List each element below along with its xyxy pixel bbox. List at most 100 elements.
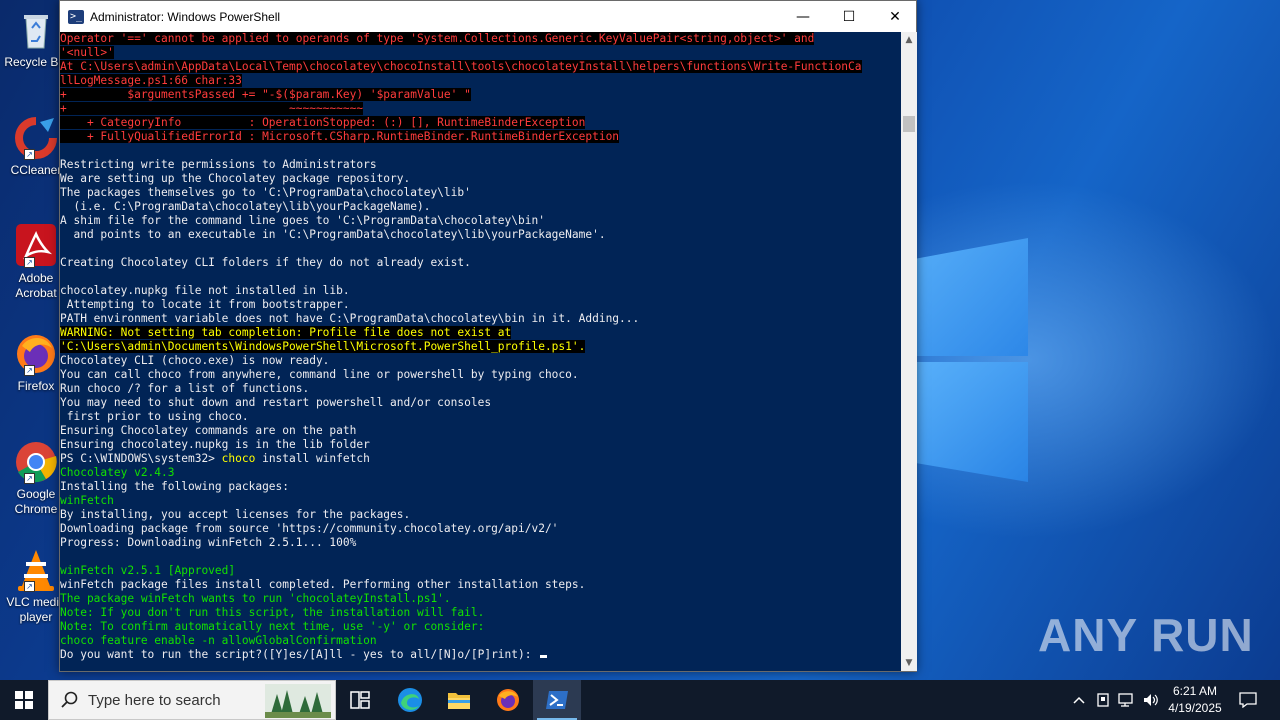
console-line: + CategoryInfo : OperationStopped: (:) [… (60, 116, 586, 130)
console-line-text: We are setting up the Chocolatey package… (60, 172, 411, 185)
powershell-window[interactable]: >_ Administrator: Windows PowerShell — ☐… (59, 0, 917, 672)
show-hidden-icons-button[interactable] (1068, 680, 1090, 720)
notification-icon (1239, 692, 1257, 708)
console-line: Chocolatey CLI (choco.exe) is now ready. (60, 354, 329, 368)
console-line: winFetch (60, 494, 114, 508)
console-line: WARNING: Not setting tab completion: Pro… (60, 326, 512, 340)
device-icon (1097, 693, 1109, 707)
clock-date: 4/19/2025 (1168, 701, 1222, 715)
console-line-text: + CategoryInfo : OperationStopped: (:) [… (60, 116, 586, 129)
task-view-button[interactable] (336, 680, 384, 720)
window-title: Administrator: Windows PowerShell (90, 9, 281, 24)
console-line: Do you want to run the script?([Y]es/[A]… (60, 648, 548, 662)
edge-button[interactable] (386, 680, 434, 720)
minimize-button[interactable]: — (780, 1, 826, 32)
chevron-up-icon (1073, 696, 1085, 704)
console-line: Operator '==' cannot be applied to opera… (60, 32, 815, 46)
command-keyword: choco (221, 452, 256, 465)
console-line: winFetch package files install completed… (60, 578, 585, 592)
console-line-text: Do you want to run the script?([Y]es/[A]… (60, 648, 539, 661)
console-line-text: The packages themselves go to 'C:\Progra… (60, 186, 471, 199)
console-line-text: first prior to using choco. (60, 410, 249, 423)
firefox-taskbar-button[interactable] (484, 680, 532, 720)
console-line: + FullyQualifiedErrorId : Microsoft.CSha… (60, 130, 620, 144)
vertical-scrollbar[interactable]: ▲ ▼ (901, 32, 917, 671)
taskbar-search-box[interactable]: Type here to search (48, 680, 336, 720)
console-line-text: Ensuring chocolatey.nupkg is in the lib … (60, 438, 370, 451)
close-button[interactable]: ✕ (872, 1, 918, 32)
file-explorer-button[interactable] (435, 680, 483, 720)
console-line-text: (i.e. C:\ProgramData\chocolatey\lib\your… (60, 200, 431, 213)
console-line: Installing the following packages: (60, 480, 289, 494)
scroll-up-icon[interactable]: ▲ (901, 32, 917, 48)
console-line: Chocolatey v2.4.3 (60, 466, 175, 480)
console-line: Restricting write permissions to Adminis… (60, 158, 377, 172)
console-line: and points to an executable in 'C:\Progr… (60, 228, 605, 242)
console-line-text: Note: To confirm automatically next time… (60, 620, 485, 633)
console-line-text: Installing the following packages: (60, 480, 290, 493)
console-line-text: Restricting write permissions to Adminis… (60, 158, 377, 171)
volume-icon (1144, 694, 1158, 706)
console-line-text: You can call choco from anywhere, comman… (60, 368, 579, 381)
console-line-text: choco feature enable -n allowGlobalConfi… (60, 634, 377, 647)
console-line: Ensuring Chocolatey commands are on the … (60, 424, 356, 438)
console-line: A shim file for the command line goes to… (60, 214, 545, 228)
chrome-icon: ↗ (14, 440, 58, 484)
file-explorer-icon (448, 693, 470, 709)
console-line: By installing, you accept licenses for t… (60, 508, 410, 522)
command-args: install winfetch (255, 452, 370, 465)
task-view-icon (350, 691, 370, 709)
console-line: winFetch v2.5.1 [Approved] (60, 564, 235, 578)
console-line: Note: If you don't run this script, the … (60, 606, 484, 620)
notifications-button[interactable] (1234, 680, 1262, 720)
search-highlight-image (265, 684, 331, 718)
scroll-down-icon[interactable]: ▼ (901, 655, 917, 671)
console-line-text: A shim file for the command line goes to… (60, 214, 545, 227)
ccleaner-icon: ↗ (14, 116, 58, 160)
console-line: '<null>' (60, 46, 114, 60)
console-line-text: Chocolatey v2.4.3 (60, 466, 175, 479)
scroll-thumb[interactable] (903, 116, 915, 132)
network-icon (1118, 693, 1133, 707)
console-line: (i.e. C:\ProgramData\chocolatey\lib\your… (60, 200, 430, 214)
console-line-text: llLogMessage.ps1:66 char:33 (60, 74, 242, 87)
console-line: PATH environment variable does not have … (60, 312, 639, 326)
console-line: Ensuring chocolatey.nupkg is in the lib … (60, 438, 370, 452)
window-titlebar[interactable]: >_ Administrator: Windows PowerShell — ☐… (60, 1, 916, 32)
console-line-text: 'C:\Users\admin\Documents\WindowsPowerSh… (60, 340, 586, 353)
console-line: The packages themselves go to 'C:\Progra… (60, 186, 471, 200)
powershell-icon: >_ (68, 9, 84, 24)
console-line-text: At C:\Users\admin\AppData\Local\Temp\cho… (60, 60, 862, 73)
console-line-text: + FullyQualifiedErrorId : Microsoft.CSha… (60, 130, 620, 143)
console-line-text: WARNING: Not setting tab completion: Pro… (60, 326, 512, 339)
volume-tray-button[interactable] (1140, 680, 1162, 720)
console-line-text: Run choco /? for a list of functions. (60, 382, 310, 395)
console-line: Progress: Downloading winFetch 2.5.1... … (60, 536, 356, 550)
console-line-text: Downloading package from source 'https:/… (60, 522, 559, 535)
console-line: PS C:\WINDOWS\system32> choco install wi… (60, 452, 370, 466)
device-tray-button[interactable] (1092, 680, 1114, 720)
console-line: Creating Chocolatey CLI folders if they … (60, 256, 471, 270)
adobe-acrobat-icon: ↗ (14, 224, 58, 268)
console-line-text: PATH environment variable does not have … (60, 312, 640, 325)
maximize-button[interactable]: ☐ (826, 1, 872, 32)
network-tray-button[interactable] (1116, 680, 1138, 720)
console-line-text: By installing, you accept licenses for t… (60, 508, 411, 521)
console-line: + $argumentsPassed += "-$($param.Key) '$… (60, 88, 471, 102)
console-line-text: Operator '==' cannot be applied to opera… (60, 32, 815, 45)
console-line: At C:\Users\admin\AppData\Local\Temp\cho… (60, 60, 862, 74)
edge-icon (398, 688, 422, 712)
console-output[interactable]: Operator '==' cannot be applied to opera… (60, 32, 901, 671)
console-line-text: '<null>' (60, 46, 114, 59)
console-line: Note: To confirm automatically next time… (60, 620, 484, 634)
taskbar-clock[interactable]: 6:21 AM 4/19/2025 (1160, 683, 1230, 717)
console-line-text: Creating Chocolatey CLI folders if they … (60, 256, 471, 269)
console-line-text: chocolatey.nupkg file not installed in l… (60, 284, 350, 297)
start-button[interactable] (0, 680, 48, 720)
console-line: You can call choco from anywhere, comman… (60, 368, 579, 382)
search-placeholder: Type here to search (88, 692, 221, 709)
console-line: The package winFetch wants to run 'choco… (60, 592, 451, 606)
console-line: Run choco /? for a list of functions. (60, 382, 309, 396)
powershell-icon (546, 691, 568, 709)
powershell-taskbar-button[interactable] (533, 680, 581, 720)
